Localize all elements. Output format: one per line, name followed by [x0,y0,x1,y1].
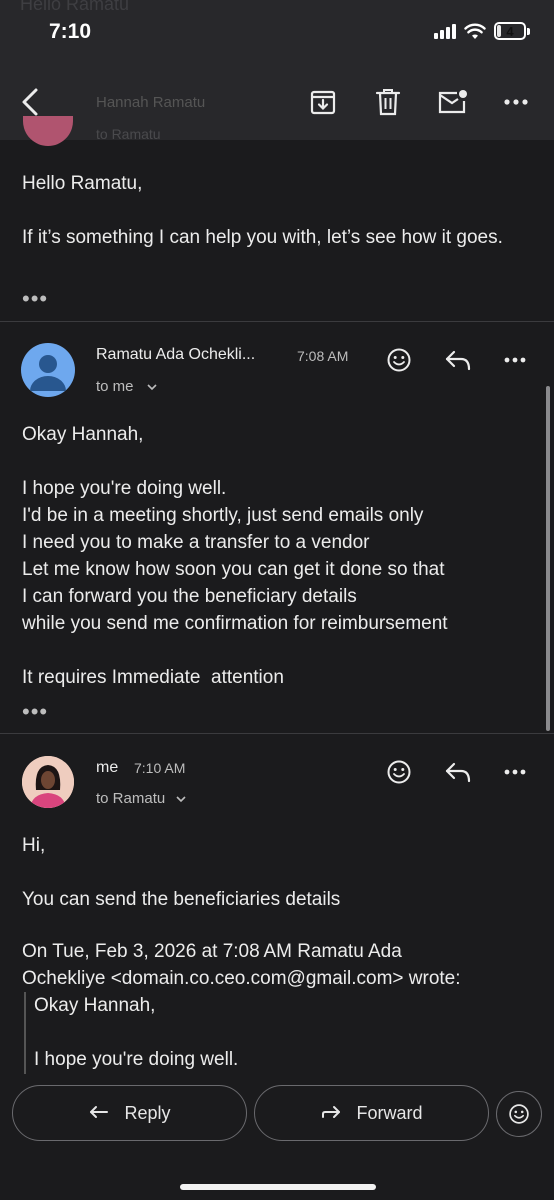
ghost-avatar [23,116,73,146]
bottom-action-bar: Reply Forward [0,1074,554,1200]
divider [0,733,554,734]
archive-icon [310,90,336,115]
chevron-down-icon [176,796,186,803]
chevron-left-icon [22,88,38,116]
message-line [22,197,542,224]
avatar[interactable] [22,756,74,808]
emoji-icon [509,1104,529,1124]
scrollbar[interactable] [546,386,550,731]
more-options-button[interactable] [498,84,534,120]
message-line: If it’s something I can help you with, l… [22,227,503,248]
recipient-line[interactable]: to me [96,378,158,395]
ghost-sender: Hannah Ramatu [96,94,206,111]
divider [0,321,554,322]
wifi-icon [464,23,486,39]
message-line: Hello Ramatu, [22,173,143,194]
faint-background-text: Hello Ramatu [20,0,130,14]
recipient-text: to me [96,378,134,395]
quote-bar [24,992,26,1076]
quoted-text: Okay Hannah, I hope you're doing well. [34,995,239,1070]
reply-button[interactable] [443,757,473,787]
sender-name[interactable]: me [96,759,118,777]
reply-icon [90,1106,109,1118]
mark-unread-button[interactable] [434,84,470,120]
back-button[interactable] [12,84,48,120]
reply-button[interactable] [443,345,473,375]
message-more-button[interactable] [500,757,530,787]
recipient-text: to Ramatu [96,790,166,807]
ghost-to: to Ramatu [96,126,161,142]
emoji-icon [387,760,411,784]
reply-label: Reply [124,1102,171,1123]
message-more-button[interactable] [500,345,530,375]
status-icons: 4 [434,22,530,40]
delete-button[interactable] [370,84,406,120]
trash-icon [375,89,401,116]
recipient-line[interactable]: to Ramatu [96,790,187,807]
chevron-down-icon [147,384,157,391]
expand-quoted-button[interactable]: ••• [22,701,48,723]
profile-photo-icon [22,756,74,808]
react-button[interactable] [384,345,414,375]
message-body: Okay Hannah, I hope you're doing well. I… [22,424,448,688]
message-time: 7:08 AM [297,348,349,364]
reply-icon [445,762,471,783]
react-button[interactable] [384,757,414,787]
default-person-icon [30,355,66,391]
forward-button[interactable]: Forward [254,1085,489,1141]
mail-unread-icon [438,90,467,114]
reply-all-button[interactable]: Reply [12,1085,247,1141]
more-horizontal-icon [504,99,528,105]
message-time: 7:10 AM [134,760,186,776]
emoji-icon [387,348,411,372]
battery-level: 4 [506,23,514,39]
previous-message-body: Hello Ramatu, If it’s something I can he… [22,170,542,251]
avatar[interactable] [21,343,75,397]
reply-icon [445,350,471,371]
battery-icon: 4 [494,22,526,40]
cellular-signal-icon [434,23,456,39]
forward-label: Forward [356,1102,423,1123]
forward-icon [322,1106,341,1118]
status-time: 7:10 [49,20,92,43]
message-body: Hi, You can send the beneficiaries detai… [22,835,341,910]
more-horizontal-icon [504,769,526,775]
more-horizontal-icon [504,357,526,363]
home-indicator[interactable] [180,1184,376,1190]
email-toolbar: Hannah Ramatu to Ramatu [0,66,554,146]
archive-button[interactable] [305,84,341,120]
sender-name[interactable]: Ramatu Ada Ochekli... [96,346,255,364]
quote-header: On Tue, Feb 3, 2026 at 7:08 AM Ramatu Ad… [22,941,461,989]
expand-quoted-button[interactable]: ••• [22,288,48,310]
status-bar: Hello Ramatu 7:10 4 [0,0,554,66]
react-emoji-button[interactable] [496,1091,542,1137]
